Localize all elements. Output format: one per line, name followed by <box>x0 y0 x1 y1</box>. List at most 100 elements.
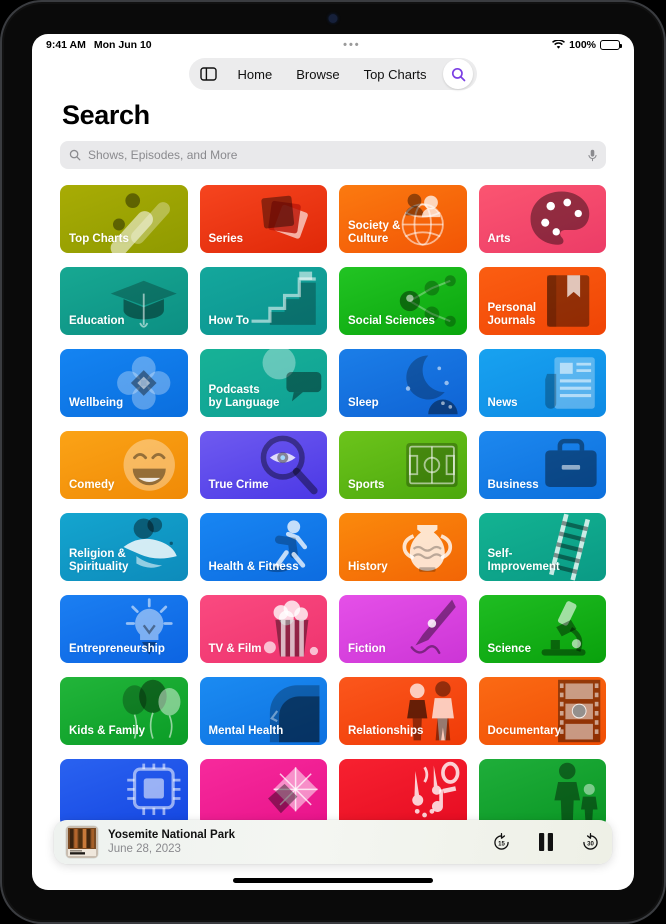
search-placeholder: Shows, Episodes, and More <box>88 148 238 162</box>
category-tile-label: True Crime <box>208 479 269 491</box>
vase-icon <box>375 513 467 581</box>
category-tile-true-crime[interactable]: True Crime <box>199 431 327 499</box>
svg-text:30: 30 <box>587 841 594 847</box>
palette-icon <box>514 185 606 253</box>
cards-icon <box>235 185 327 253</box>
category-tile-chip[interactable] <box>60 759 188 827</box>
now-playing-bar[interactable]: Yosemite National Park June 28, 2023 15 <box>54 820 612 864</box>
category-tile-label: Personal Journals <box>487 302 537 327</box>
category-tile-label: Mental Health <box>208 725 284 737</box>
category-tile-label: TV & Film <box>208 643 262 655</box>
category-tile-wellbeing[interactable]: Wellbeing <box>60 349 188 417</box>
category-tile-kids-family[interactable]: Kids & Family <box>60 677 188 745</box>
category-tile-label: Series <box>208 233 244 245</box>
category-tile-documentary[interactable]: Documentary <box>478 677 606 745</box>
category-tile-self-improvement[interactable]: Self-Improvement <box>478 513 606 581</box>
category-tile-social-sciences[interactable]: Social Sciences <box>339 267 467 335</box>
moon-icon <box>375 349 467 417</box>
category-tile-label: Comedy <box>69 479 115 491</box>
home-indicator <box>233 878 433 883</box>
now-playing-meta: Yosemite National Park June 28, 2023 <box>108 828 482 856</box>
search-input[interactable]: Shows, Episodes, and More <box>60 141 606 169</box>
category-tile-label: Sports <box>348 479 385 491</box>
category-tile-parenting[interactable] <box>478 759 606 827</box>
category-tile-label: News <box>487 397 518 409</box>
category-tile-label: History <box>348 561 388 573</box>
now-playing-date: June 28, 2023 <box>108 843 181 855</box>
status-time: 9:41 AM <box>46 39 86 51</box>
category-tile-sleep[interactable]: Sleep <box>339 349 467 417</box>
dynamic-island-dots: ••• <box>343 39 361 51</box>
search-icon <box>451 67 466 81</box>
nav-tab-browse[interactable]: Browse <box>285 60 350 88</box>
category-tile-label: Arts <box>487 233 511 245</box>
category-tile-science[interactable]: Science <box>478 595 606 663</box>
music-icon <box>375 759 467 827</box>
category-tile-label: Entrepreneurship <box>69 643 165 655</box>
category-tile-label: Social Sciences <box>348 315 435 327</box>
category-tile-label: Self-Improvement <box>487 548 560 573</box>
category-tile-label: Science <box>487 643 531 655</box>
content-area: Search Shows, Episodes, and More Top Cha… <box>32 92 634 890</box>
category-tile-label: Society & Culture <box>348 220 401 245</box>
device-frame: 9:41 AM Mon Jun 10 ••• 100% Home Browse … <box>0 0 666 924</box>
category-tile-entrepreneurship[interactable]: Entrepreneurship <box>60 595 188 663</box>
category-tile-sports[interactable]: Sports <box>339 431 467 499</box>
category-tile-news[interactable]: News <box>478 349 606 417</box>
category-tile-top-charts[interactable]: Top Charts <box>60 185 188 253</box>
nav-bar: Home Browse Top Charts <box>32 56 634 92</box>
skip-forward-30-icon[interactable]: 30 <box>581 832 600 852</box>
now-playing-artwork <box>66 826 98 858</box>
category-tile-label: Business <box>487 479 539 491</box>
category-tile-label: Education <box>69 315 125 327</box>
category-tile-label: How To <box>208 315 250 327</box>
category-tile-arts[interactable]: Arts <box>478 185 606 253</box>
category-tile-podcasts-by-language[interactable]: Podcasts by Language <box>199 349 327 417</box>
category-tile-history[interactable]: History <box>339 513 467 581</box>
parenting-icon <box>514 759 606 827</box>
category-tile-label: Sleep <box>348 397 379 409</box>
category-tile-label: Kids & Family <box>69 725 146 737</box>
category-tile-education[interactable]: Education <box>60 267 188 335</box>
category-grid: Top Charts Series Society & Culture Arts Edu… <box>60 185 606 827</box>
category-tile-tv-film[interactable]: TV & Film <box>199 595 327 663</box>
category-tile-society-culture[interactable]: Society & Culture <box>339 185 467 253</box>
category-tile-religion-spirituality[interactable]: Religion & Spirituality <box>60 513 188 581</box>
category-tile-business[interactable]: Business <box>478 431 606 499</box>
category-tile-label: Health & Fitness <box>208 561 299 573</box>
category-tile-label: Religion & Spirituality <box>69 548 129 573</box>
category-tile-label: Top Charts <box>69 233 129 245</box>
screen: 9:41 AM Mon Jun 10 ••• 100% Home Browse … <box>32 34 634 890</box>
nav-tab-search[interactable] <box>443 59 474 89</box>
pause-icon <box>539 833 553 851</box>
page-title: Search <box>62 100 150 130</box>
category-tile-comedy[interactable]: Comedy <box>60 431 188 499</box>
category-tile-label: Podcasts by Language <box>208 384 280 409</box>
nav-tab-top-charts[interactable]: Top Charts <box>353 60 438 88</box>
category-tile-fiction[interactable]: Fiction <box>339 595 467 663</box>
category-tile-relationships[interactable]: Relationships <box>339 677 467 745</box>
category-tile-mental-health[interactable]: Mental Health <box>199 677 327 745</box>
category-tile-personal-journals[interactable]: Personal Journals <box>478 267 606 335</box>
category-tile-music[interactable] <box>339 759 467 827</box>
chip-icon <box>96 759 188 827</box>
front-camera <box>328 14 338 23</box>
pitch-icon <box>375 431 467 499</box>
category-tile-series[interactable]: Series <box>199 185 327 253</box>
microphone-icon[interactable] <box>588 149 597 162</box>
status-date: Mon Jun 10 <box>93 39 152 51</box>
category-tile-health-fitness[interactable]: Health & Fitness <box>199 513 327 581</box>
nav-tab-home[interactable]: Home <box>227 60 284 88</box>
pen-icon <box>375 595 467 663</box>
now-playing-title: Yosemite National Park <box>108 829 235 841</box>
category-tile-fashion[interactable] <box>199 759 327 827</box>
sidebar-toggle-icon[interactable] <box>193 60 225 88</box>
battery-full-icon <box>600 40 622 50</box>
fashion-icon <box>235 759 327 827</box>
category-tile-how-to[interactable]: How To <box>199 267 327 335</box>
skip-back-15-icon[interactable]: 15 <box>492 832 511 852</box>
battery-percent: 100% <box>569 39 596 51</box>
category-tile-label: Fiction <box>348 643 386 655</box>
category-tile-label: Wellbeing <box>69 397 124 409</box>
pause-button[interactable] <box>537 832 555 852</box>
